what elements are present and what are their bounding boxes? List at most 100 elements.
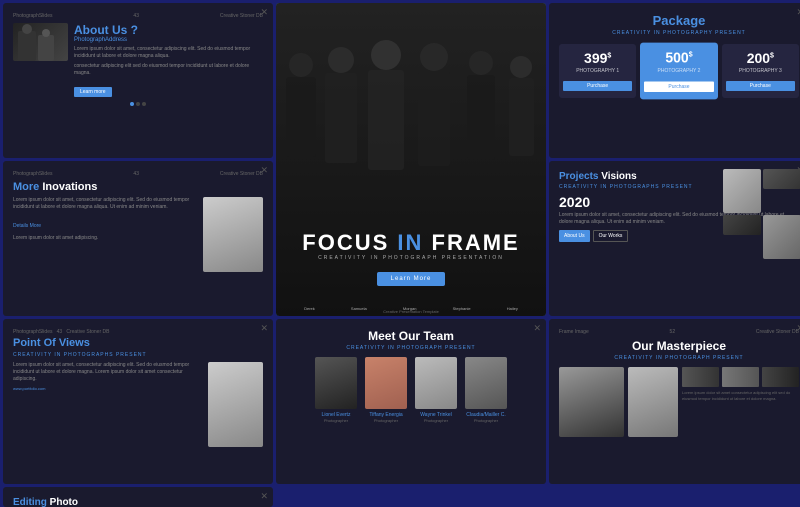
team-role-3: Photographer <box>415 418 457 423</box>
hero-label-5: Hailey <box>507 306 518 311</box>
team-members: Lionel Evertz Photographer Tiffany Energ… <box>286 357 536 423</box>
pkg-price-3: 200$ <box>726 50 795 66</box>
about-image <box>13 23 68 61</box>
hero-label-1: Derek <box>304 306 315 311</box>
slide-innovations: ✕ PhotographSlides 43 Creative Stoner DB… <box>3 161 273 316</box>
nav-dot-1[interactable] <box>130 102 134 106</box>
innov-title-white: Inovations <box>42 181 97 193</box>
hero-cta-btn[interactable]: Learn More <box>377 272 446 286</box>
hero-subtitle: CREATIVITY IN PHOTOGRAPH PRESENTATION <box>302 255 519 261</box>
team-photo-3 <box>415 357 457 409</box>
proj-title-blue: Projects <box>559 171 598 182</box>
editing-title-white: Photo <box>50 497 78 507</box>
pkg-btn-1[interactable]: Purchase <box>563 81 632 91</box>
proj-img-2 <box>763 169 800 189</box>
innov-text: Lorem ipsum dolor sit amet, consectetur … <box>13 197 197 211</box>
pkg-label-2: PHOTOGRAPHY 2 <box>644 68 713 74</box>
master-mini-1 <box>682 367 719 387</box>
close-btn-innov[interactable]: ✕ <box>260 165 268 176</box>
slide-masterpiece: ✕ Frame Image 52 Creative Stoner DB Our … <box>549 319 800 484</box>
hero-background: FOCUS IN FRAME CREATIVITY IN PHOTOGRAPH … <box>276 3 546 316</box>
about-content: About Us ? PhotographAddress Lorem ipsum… <box>13 23 263 98</box>
master-label-mid: 52 <box>670 329 676 335</box>
package-card-3: 200$ PHOTOGRAPHY 3 Purchase <box>722 44 799 98</box>
proj-btn-1[interactable]: About Us <box>559 230 590 242</box>
innov-image-inner <box>203 197 263 272</box>
close-btn-master[interactable]: ✕ <box>796 323 800 334</box>
innov-subtext: Lorem ipsum dolor sit amet adipiscing. <box>13 235 197 242</box>
pkg-btn-2[interactable]: Purchase <box>644 82 713 93</box>
main-grid: ✕ PhotographSlides 43 Creative Stoner DB <box>0 0 800 500</box>
team-photo-1 <box>315 357 357 409</box>
proj-img-4 <box>763 215 800 259</box>
pkg-btn-3[interactable]: Purchase <box>726 81 795 91</box>
nav-dot-2[interactable] <box>136 102 140 106</box>
master-text: Lorem ipsum dolor sit amet consectetur a… <box>682 390 799 401</box>
pkg-price-2: 500$ <box>644 49 713 66</box>
package-subtitle: CREATIVITY IN PHOTOGRAPHY PRESENT <box>559 30 799 36</box>
point-link[interactable]: www.portfolio.com <box>13 386 202 391</box>
innov-content: Lorem ipsum dolor sit amet, consectetur … <box>13 197 263 272</box>
package-title: Package <box>559 13 799 28</box>
point-title-white: Of Views <box>44 337 90 349</box>
slide-editing: ✕ Editing Photo CREATIVITY IN PHOTOGRAPH… <box>3 487 273 507</box>
point-content: Lorem ipsum dolor sit amet, consectetur … <box>13 362 263 447</box>
master-subtitle: CREATIVITY IN PHOTOGRAPH PRESENT <box>559 355 799 361</box>
slide-hero: FOCUS IN FRAME CREATIVITY IN PHOTOGRAPH … <box>276 3 546 316</box>
package-card-1: 399$ PHOTOGRAPHY 1 Purchase <box>559 44 636 98</box>
master-label-left: Frame Image <box>559 329 589 335</box>
proj-img-1 <box>723 169 761 213</box>
package-card-2: 500$ PHOTOGRAPHY 2 Purchase <box>640 43 717 100</box>
innov-image <box>203 197 263 272</box>
team-member-3: Wayne Trinkel Photographer <box>415 357 457 423</box>
point-title: Point Of Views <box>13 337 263 349</box>
pkg-label-1: PHOTOGRAPHY 1 <box>563 68 632 74</box>
proj-btn-2[interactable]: Our Works <box>593 230 629 242</box>
innov-label-row: PhotographSlides 43 Creative Stoner DB <box>13 171 263 177</box>
nav-dot-3[interactable] <box>142 102 146 106</box>
about-subtitle: PhotographAddress <box>74 37 263 43</box>
team-title: Meet Our Team <box>286 329 536 343</box>
team-subtitle: CREATIVITY IN PHOTOGRAPH PRESENT <box>286 345 536 351</box>
master-title: Our Masterpiece <box>559 339 799 353</box>
about-btn[interactable]: Learn more <box>74 87 112 97</box>
close-btn-editing[interactable]: ✕ <box>260 491 268 502</box>
hero-main-title: FOCUS IN FRAME <box>302 231 519 255</box>
hero-focus-text: FOCUS <box>302 230 397 255</box>
close-btn-package[interactable]: ✕ <box>796 7 800 18</box>
editing-title-blue: Editing <box>13 497 47 507</box>
slide-package: ✕ Package CREATIVITY IN PHOTOGRAPHY PRES… <box>549 3 800 158</box>
close-btn-point[interactable]: ✕ <box>260 323 268 334</box>
team-member-4: Claudia/Mailler C. Photographer <box>465 357 507 423</box>
hero-label-4: Stephanie <box>453 306 471 311</box>
about-text-column: About Us ? PhotographAddress Lorem ipsum… <box>74 23 263 98</box>
about-nav-dots <box>13 102 263 106</box>
about-image-inner <box>13 23 68 61</box>
close-btn-about[interactable]: ✕ <box>260 7 268 18</box>
team-role-2: Photographer <box>365 418 407 423</box>
pkg-price-1: 399$ <box>563 50 632 66</box>
proj-title-white: Visions <box>601 171 636 182</box>
hero-frame-text: FRAME <box>423 230 519 255</box>
proj-img-3 <box>723 215 761 235</box>
innov-label-right: Creative Stoner DB <box>220 171 263 177</box>
close-btn-team[interactable]: ✕ <box>533 323 541 334</box>
about-label-row: PhotographSlides 43 Creative Stoner DB <box>13 13 263 19</box>
about-text2: consectetur adipiscing elit sed do eiusm… <box>74 63 263 77</box>
master-mini-2 <box>722 367 759 387</box>
proj-image-grid <box>723 169 800 259</box>
master-label-right: Creative Stoner DB <box>756 329 799 335</box>
master-img-main <box>559 367 624 437</box>
about-title: About Us ? <box>74 23 263 37</box>
innov-details-link[interactable]: Details More <box>13 223 41 229</box>
slide-about: ✕ PhotographSlides 43 Creative Stoner DB <box>3 3 273 158</box>
package-cards: 399$ PHOTOGRAPHY 1 Purchase 500$ PHOTOGR… <box>559 44 799 98</box>
team-role-1: Photographer <box>315 418 357 423</box>
point-image <box>208 362 263 447</box>
team-member-2: Tiffany Energia Photographer <box>365 357 407 423</box>
team-photo-4 <box>465 357 507 409</box>
slide-point: ✕ PhotographSlides 43 Creative Stoner DB… <box>3 319 273 484</box>
team-role-4: Photographer <box>465 418 507 423</box>
master-mini-3 <box>762 367 799 387</box>
slide-team: ✕ Meet Our Team CREATIVITY IN PHOTOGRAPH… <box>276 319 546 484</box>
